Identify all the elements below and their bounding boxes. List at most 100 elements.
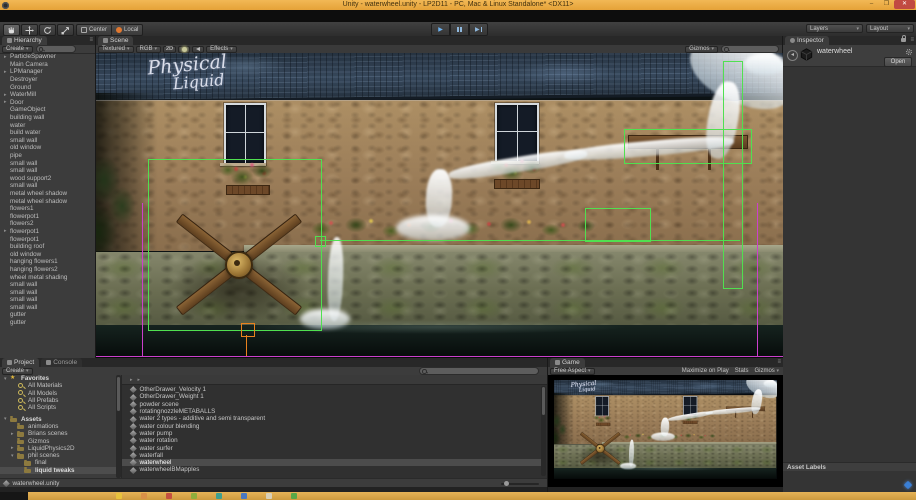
scene-gizmos-dropdown[interactable]: Gizmos ▾ — [685, 46, 718, 53]
tab-hierarchy[interactable]: Hierarchy — [2, 36, 47, 45]
file-row[interactable]: OtherDrawer_Weight 1 — [122, 393, 541, 400]
hierarchy-item[interactable]: flowerpot1 — [0, 235, 95, 243]
hierarchy-item[interactable]: small wall — [0, 296, 95, 304]
file-scrollbar[interactable] — [541, 386, 546, 476]
hierarchy-item[interactable]: building roof — [0, 243, 95, 251]
hierarchy-item[interactable]: Main Camera — [0, 61, 95, 69]
space-mode-button[interactable]: Local — [112, 24, 143, 36]
render-channel-dropdown[interactable]: RGB ▾ — [136, 46, 162, 53]
project-tree-item[interactable]: All Models — [0, 390, 121, 397]
tag-icon[interactable] — [904, 481, 912, 489]
hierarchy-item[interactable]: Door — [0, 99, 95, 107]
project-tree-item[interactable]: All Materials — [0, 382, 121, 389]
file-row[interactable]: powder scene — [122, 401, 541, 408]
file-row[interactable]: water pump — [122, 430, 541, 437]
project-tree-item[interactable]: Assets — [0, 415, 121, 422]
file-row[interactable]: waterwheel — [122, 459, 541, 466]
maximize-on-play-button[interactable]: Maximize on Play — [682, 368, 729, 374]
project-tree-item[interactable]: Favorites — [0, 375, 121, 382]
scene-audio-button[interactable] — [192, 46, 204, 53]
game-viewport[interactable]: Physical Liquid — [548, 375, 783, 487]
breadcrumb-item[interactable] — [134, 376, 142, 383]
hierarchy-item[interactable]: water — [0, 121, 95, 129]
stats-button[interactable]: Stats — [735, 368, 749, 374]
hierarchy-item[interactable]: building wall — [0, 114, 95, 122]
hierarchy-item[interactable]: metal wheel shadow — [0, 190, 95, 198]
tree-scrollbar[interactable] — [116, 375, 121, 478]
hierarchy-item[interactable]: pipe — [0, 152, 95, 160]
hierarchy-create-button[interactable]: Create ▾ — [2, 46, 33, 53]
file-row[interactable]: rotatingnozzleMETABALLS — [122, 408, 541, 415]
project-search-input[interactable] — [419, 367, 539, 375]
hierarchy-item[interactable]: small wall — [0, 182, 95, 190]
hierarchy-item[interactable]: small wall — [0, 281, 95, 289]
play-button[interactable]: ▶ — [431, 23, 450, 36]
file-row[interactable]: waterwheelBMapples — [122, 466, 541, 473]
tab-console[interactable]: Console — [41, 358, 82, 367]
tab-project[interactable]: Project — [2, 358, 39, 367]
hierarchy-item[interactable]: old window — [0, 144, 95, 152]
scene-lighting-button[interactable] — [178, 46, 190, 53]
pivot-mode-button[interactable]: Center — [76, 24, 112, 36]
hierarchy-item[interactable]: small wall — [0, 137, 95, 145]
lock-icon[interactable] — [901, 38, 906, 42]
project-tree-item[interactable]: Gizmos — [0, 437, 121, 444]
hierarchy-item[interactable]: LPManager — [0, 68, 95, 76]
hierarchy-item[interactable]: WaterMill — [0, 91, 95, 99]
hierarchy-item[interactable]: metal wheel shadow — [0, 197, 95, 205]
shading-mode-dropdown[interactable]: Textured ▾ — [98, 46, 134, 53]
panel-menu-icon[interactable]: ≡ — [910, 37, 914, 44]
panel-menu-icon[interactable]: ≡ — [89, 37, 93, 44]
file-row[interactable]: water rotation — [122, 437, 541, 444]
thumbnail-size-slider[interactable] — [501, 483, 539, 485]
windows-taskbar[interactable] — [0, 492, 916, 500]
taskbar-app-icon[interactable] — [291, 493, 297, 499]
pause-button[interactable] — [450, 23, 469, 36]
hierarchy-item[interactable]: Destroyer — [0, 76, 95, 84]
file-row[interactable]: water 2 types - additive and semi transp… — [122, 415, 541, 422]
hierarchy-item[interactable]: hanging flowers1 — [0, 258, 95, 266]
hierarchy-item[interactable]: flowerpot1 — [0, 212, 95, 220]
game-gizmos-dropdown[interactable]: Gizmos ▾ — [754, 368, 779, 374]
taskbar-app-icon[interactable] — [241, 493, 247, 499]
hierarchy-item[interactable]: old window — [0, 250, 95, 258]
taskbar-app-icon[interactable] — [116, 493, 122, 499]
close-button[interactable]: ✕ — [894, 0, 915, 9]
project-tree-item[interactable]: LiquidPhysics2D — [0, 445, 121, 452]
hierarchy-item[interactable]: small wall — [0, 304, 95, 312]
tab-inspector[interactable]: Inspector — [785, 36, 829, 45]
scale-tool-button[interactable] — [57, 24, 74, 36]
move-tool-button[interactable] — [21, 24, 38, 36]
file-row[interactable]: waterfall — [122, 452, 541, 459]
hierarchy-item[interactable]: small wall — [0, 159, 95, 167]
tab-scene[interactable]: Scene — [98, 36, 133, 45]
layers-dropdown[interactable]: Layers ▾ — [806, 24, 863, 33]
restore-button[interactable]: ❐ — [879, 0, 894, 9]
hand-tool-button[interactable] — [3, 24, 20, 36]
taskbar-app-icon[interactable] — [191, 493, 197, 499]
project-create-button[interactable]: Create ▾ — [2, 368, 33, 375]
layout-dropdown[interactable]: Layout ▾ — [866, 24, 914, 33]
hierarchy-item[interactable]: wood support2 — [0, 175, 95, 183]
panel-menu-icon[interactable]: ≡ — [777, 359, 781, 366]
2d-toggle-button[interactable]: 2D — [163, 46, 176, 53]
hierarchy-item[interactable]: wheel metal shading — [0, 273, 95, 281]
hierarchy-item[interactable]: GameObject — [0, 106, 95, 114]
file-row[interactable]: OtherDrawer_Velocity 1 — [122, 386, 541, 393]
step-button[interactable]: ▶ — [469, 23, 488, 36]
file-row[interactable]: water colour blending — [122, 422, 541, 429]
scene-viewport[interactable]: Physical Liquid — [96, 53, 783, 358]
hierarchy-item[interactable]: Ground — [0, 83, 95, 91]
tab-game[interactable]: Game — [550, 358, 585, 367]
file-row[interactable]: water surfer — [122, 444, 541, 451]
project-tree-item[interactable]: liquid tweaks — [0, 467, 121, 474]
collapse-arrow-icon[interactable] — [787, 50, 798, 61]
project-tree-item[interactable]: Brians scenes — [0, 430, 121, 437]
hierarchy-item[interactable]: small wall — [0, 167, 95, 175]
project-tree-item[interactable]: All Scripts — [0, 404, 121, 411]
project-tree-item[interactable]: animations — [0, 423, 121, 430]
project-tree-item[interactable]: phil scenes — [0, 452, 121, 459]
minimize-button[interactable]: – — [864, 0, 879, 9]
project-tree-item[interactable]: final — [0, 459, 121, 466]
hierarchy-item[interactable]: flowerpot1 — [0, 228, 95, 236]
